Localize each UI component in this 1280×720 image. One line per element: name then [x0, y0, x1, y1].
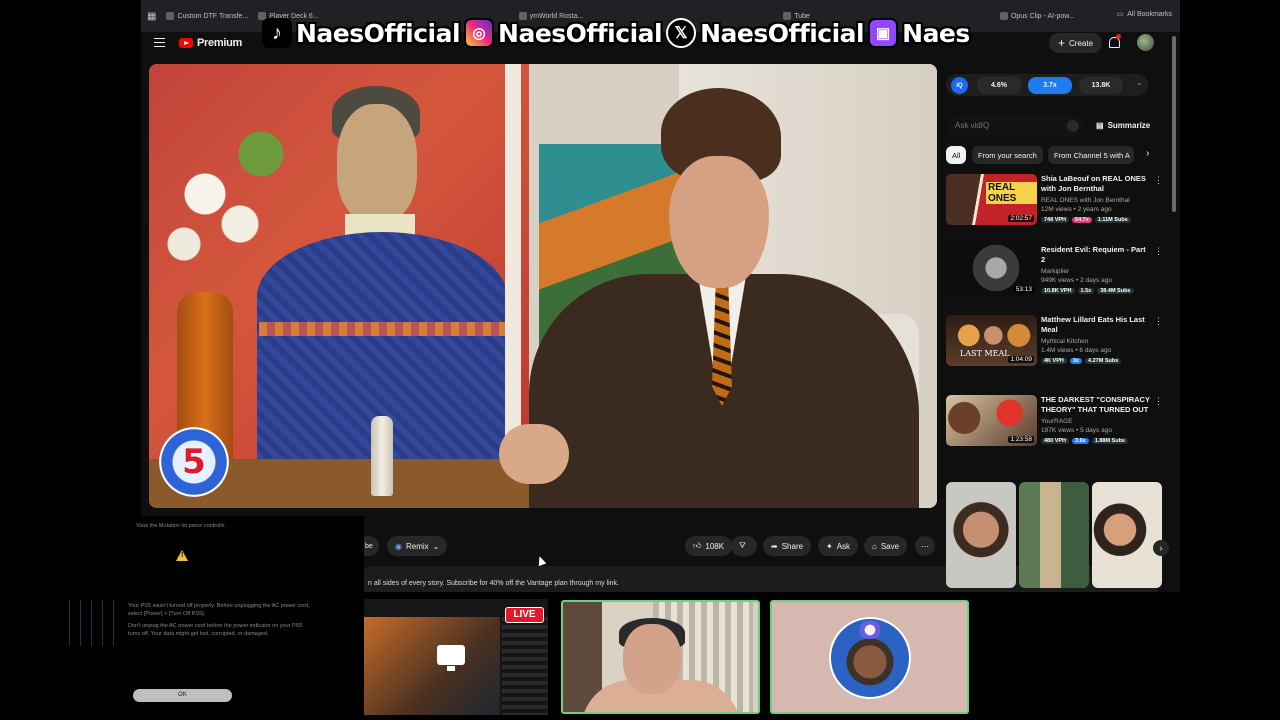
instagram-icon: ◎	[464, 18, 495, 48]
thumbnail: LAST MEAL 1:04:09	[946, 315, 1037, 366]
twitch-icon: ▣	[868, 18, 899, 48]
user-avatar[interactable]	[1137, 34, 1154, 51]
short-thumbnail[interactable]	[946, 482, 1016, 588]
chevron-right-icon[interactable]: ›	[1146, 148, 1149, 159]
bookmark-item[interactable]: Opus Clip - AI-pow...	[999, 12, 1075, 20]
video-scene-bottle	[371, 416, 393, 496]
youtube-play-icon	[179, 38, 193, 48]
recommendation-item[interactable]: 1:23:58 THE DARKEST "CONSPIRACY THEORY" …	[946, 395, 1163, 447]
summarize-button[interactable]: ▤ Summarize	[1096, 121, 1150, 130]
thumbnail: 1:23:58	[946, 395, 1037, 446]
document-icon: ▤	[1096, 121, 1104, 130]
chip-all[interactable]: All	[946, 146, 967, 164]
bookmark-favicon-icon	[166, 12, 175, 20]
sidebar: iQ 4.6% 3.7x 13.8K ⌄ Ask vidIQ ▤ Summari…	[942, 68, 1169, 588]
short-thumbnail[interactable]	[1019, 482, 1089, 588]
video-scene-face	[669, 156, 769, 288]
chevron-right-icon[interactable]: ›	[1153, 540, 1169, 556]
vidiq-logo-icon[interactable]: iQ	[951, 77, 968, 94]
folder-icon: ▭	[1116, 11, 1124, 18]
notifications-bell-icon[interactable]	[1108, 34, 1121, 49]
chip-from-channel[interactable]: From Channel 5 with A	[1048, 146, 1134, 164]
vidiq-tags: 748 VPH 64.7x 1.11M Subs	[1041, 217, 1131, 223]
chevron-down-icon: ⌄	[432, 541, 440, 551]
page-scrollbar[interactable]	[1172, 28, 1177, 588]
last-meal-thumb-text: LAST MEAL	[960, 349, 1010, 358]
shorts-shelf: ›	[946, 482, 1169, 588]
vidiq-tags: 10.8K VPH 1.5x 38.4M Subs	[1041, 288, 1134, 294]
browser-window: ▦ Custom DTF Transfe... Player Deck 6...…	[141, 0, 1180, 592]
bookmark-favicon-icon	[999, 12, 1008, 20]
tv-icon	[437, 645, 465, 671]
recommendation-item[interactable]: 53:13 Resident Evil: Requiem - Part 2 Ma…	[946, 245, 1163, 297]
sparkle-icon: ✦	[826, 541, 833, 551]
bookmark-icon: ⌂	[872, 541, 877, 551]
more-actions-button[interactable]: ⋯	[915, 536, 935, 556]
stream-preview-panel: LIVE	[364, 599, 548, 715]
youtube-logo[interactable]: Premium	[179, 37, 242, 49]
plus-icon: +	[1058, 36, 1066, 50]
channel-5-logo: 5	[155, 427, 233, 497]
more-vert-icon[interactable]: ⋮	[1154, 316, 1163, 327]
tiktok-icon: ♪	[262, 18, 292, 48]
stream-preview-scene	[364, 617, 500, 715]
thumbs-up-icon: 👍︎	[693, 541, 702, 550]
video-scene-flowers	[149, 114, 289, 314]
recommendation-item[interactable]: REAL ONES 2:02:57 Shia LaBeouf on REAL O…	[946, 174, 1163, 226]
warning-text: Your PS5 wasn't turned off properly. Bef…	[128, 603, 310, 637]
real-ones-thumb-text: REAL ONES	[986, 182, 1037, 204]
notification-badge	[1116, 34, 1121, 39]
more-icon: ⋯	[921, 541, 929, 551]
recommendation-item[interactable]: LAST MEAL 1:04:09 Matthew Lillard Eats H…	[946, 315, 1163, 367]
chip-from-your-search[interactable]: From your search	[972, 146, 1043, 164]
short-thumbnail[interactable]	[1092, 482, 1162, 588]
vidiq-tags: 4K VPH 3x 4.27M Subs	[1041, 358, 1122, 364]
remix-button[interactable]: ◉ Remix ⌄	[387, 536, 448, 556]
share-button[interactable]: ➦ Share	[763, 536, 812, 556]
bookmark-item[interactable]: Custom DTF Transfe...	[166, 12, 248, 20]
apps-icon[interactable]: ▦	[147, 11, 156, 22]
warning-icon	[176, 550, 188, 561]
filter-chips: All From your search From Channel 5 with…	[946, 146, 1156, 164]
live-badge: LIVE	[505, 607, 544, 623]
send-arrow-icon[interactable]	[1067, 120, 1079, 132]
vidiq-stat[interactable]: 3.7x	[1028, 77, 1072, 94]
thumbs-down-icon: ⛛	[739, 541, 746, 550]
ok-button[interactable]: OK	[133, 689, 232, 702]
stream-preview-chat	[502, 617, 548, 715]
more-vert-icon[interactable]: ⋮	[1154, 396, 1163, 407]
vidiq-stat[interactable]: 4.6%	[977, 77, 1021, 94]
chevron-down-icon[interactable]: ⌄	[1136, 78, 1143, 87]
vidiq-stat[interactable]: 13.8K	[1079, 77, 1123, 94]
guest-avatar	[829, 617, 911, 699]
social-banner: ♪ NaesOfficial ◎ NaesOfficial 𝕏 NaesOffi…	[262, 14, 970, 52]
webcam-feed	[561, 600, 760, 714]
video-player[interactable]: 5	[149, 64, 937, 508]
screen: ▦ Custom DTF Transfe... Player Deck 6...…	[0, 0, 1280, 720]
more-vert-icon[interactable]: ⋮	[1154, 246, 1163, 257]
x-icon: 𝕏	[666, 18, 697, 48]
ask-vidiq-input[interactable]: Ask vidIQ	[946, 116, 1084, 136]
save-button[interactable]: ⌂ Save	[864, 536, 908, 556]
remix-icon: ◉	[395, 541, 402, 551]
thumbnail: REAL ONES 2:02:57	[946, 174, 1037, 225]
share-icon: ➦	[771, 541, 778, 551]
video-scene-hand	[499, 424, 569, 484]
hamburger-menu-icon[interactable]	[154, 38, 165, 47]
create-button[interactable]: + Create	[1049, 33, 1103, 53]
vidiq-tags: 480 VPH 3.6x 1.88M Subs	[1041, 438, 1128, 444]
video-scene-painted-face	[337, 104, 417, 222]
dislike-button[interactable]: ⛛	[731, 536, 757, 556]
guest-avatar-panel	[770, 600, 969, 714]
more-vert-icon[interactable]: ⋮	[1154, 175, 1163, 186]
video-scene-stripe	[259, 322, 514, 336]
thumbnail: 53:13	[946, 245, 1037, 296]
all-bookmarks[interactable]: ▭ All Bookmarks	[1116, 10, 1172, 19]
like-button[interactable]: 👍︎ 108K	[685, 536, 733, 556]
webcam-person-head	[623, 624, 681, 694]
power-warning-dialog: Vous the Mutation ist parce controlle Yo…	[128, 516, 364, 720]
ask-button[interactable]: ✦ Ask	[818, 536, 859, 556]
glow-lines	[66, 600, 116, 646]
